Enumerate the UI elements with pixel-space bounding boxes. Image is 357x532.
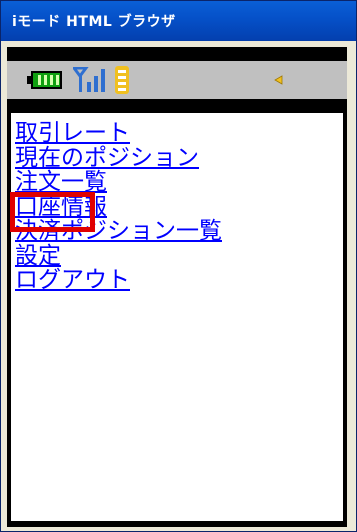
menu-link-logout[interactable]: ログアウト — [15, 268, 222, 293]
menu-link-current-positions[interactable]: 現在のポジション — [15, 145, 222, 171]
menu-link-order-list[interactable]: 注文一覧 — [15, 170, 222, 195]
menu-link-settings[interactable]: 設定 — [15, 243, 222, 269]
battery-icon — [27, 71, 62, 89]
scroll-indicator-icon — [274, 75, 283, 85]
title-bar: iモード HTML ブラウザ — [1, 1, 356, 41]
phone-screen: 取引レート 現在のポジション 注文一覧 口座情報 決済ポジション一覧 設定 ログ… — [7, 47, 347, 527]
page-content: 取引レート 現在のポジション 注文一覧 口座情報 決済ポジション一覧 設定 ログ… — [11, 113, 343, 521]
menu-link-trading-rate[interactable]: 取引レート — [15, 121, 222, 146]
browser-window: iモード HTML ブラウザ 取引レート 現在のポジション 注文一覧 口座情報 … — [0, 0, 357, 532]
imode-mail-icon — [115, 66, 129, 94]
status-bar — [7, 61, 347, 99]
signal-strength-icon — [73, 67, 105, 92]
settings-highlight-box — [10, 192, 95, 232]
window-title: iモード HTML ブラウザ — [12, 14, 176, 30]
